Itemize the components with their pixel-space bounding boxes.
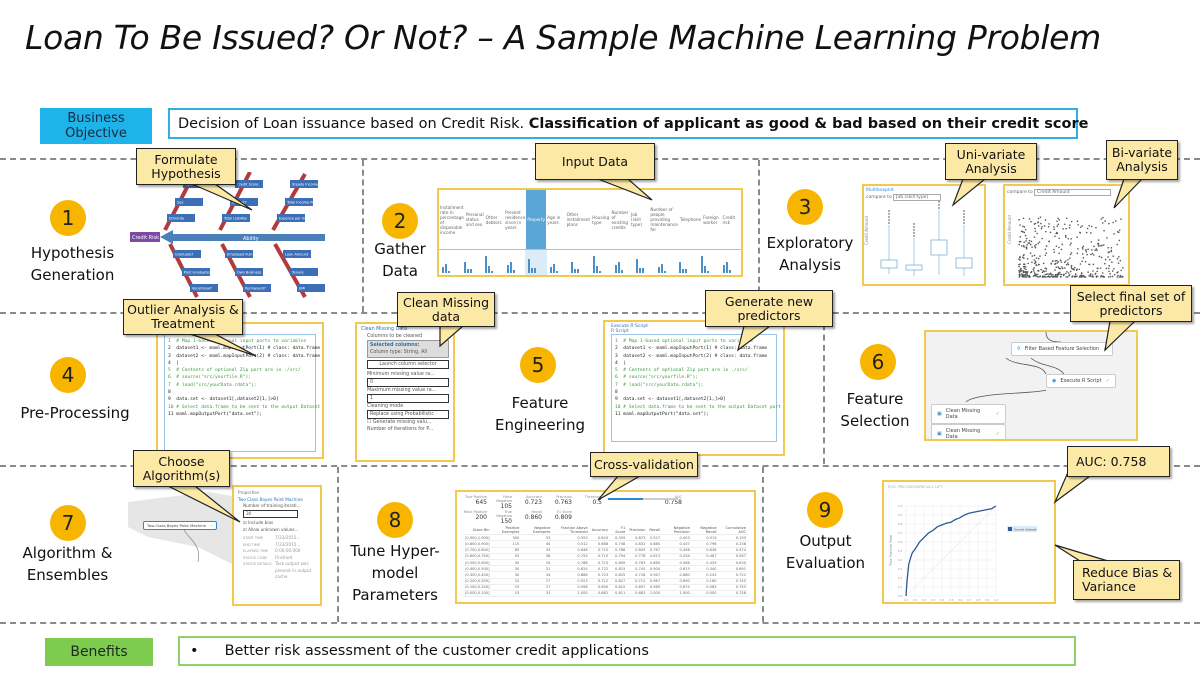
- callout-reduce-bias: Reduce Bias & Variance: [1073, 560, 1180, 600]
- callout-outlier: Outlier Analysis & Treatment: [123, 299, 243, 335]
- callout-pointers: [167, 178, 1144, 562]
- callout-bivariate: Bi-variate Analysis: [1106, 140, 1178, 180]
- callout-auc: AUC: 0.758: [1067, 446, 1170, 477]
- callout-formulate-hypothesis: Formulate Hypothesis: [136, 148, 236, 185]
- callout-choose-algorithm: Choose Algorithm(s): [133, 450, 230, 487]
- callout-input-data: Input Data: [535, 143, 655, 180]
- callout-select-predictors: Select final set of predictors: [1070, 285, 1192, 322]
- callout-univariate: Uni-variate Analysis: [945, 143, 1037, 180]
- callout-generate-predictors: Generate new predictors: [705, 290, 833, 327]
- callout-clean-missing: Clean Missing data: [397, 292, 495, 327]
- callout-cross-validation: Cross-validation: [590, 452, 698, 477]
